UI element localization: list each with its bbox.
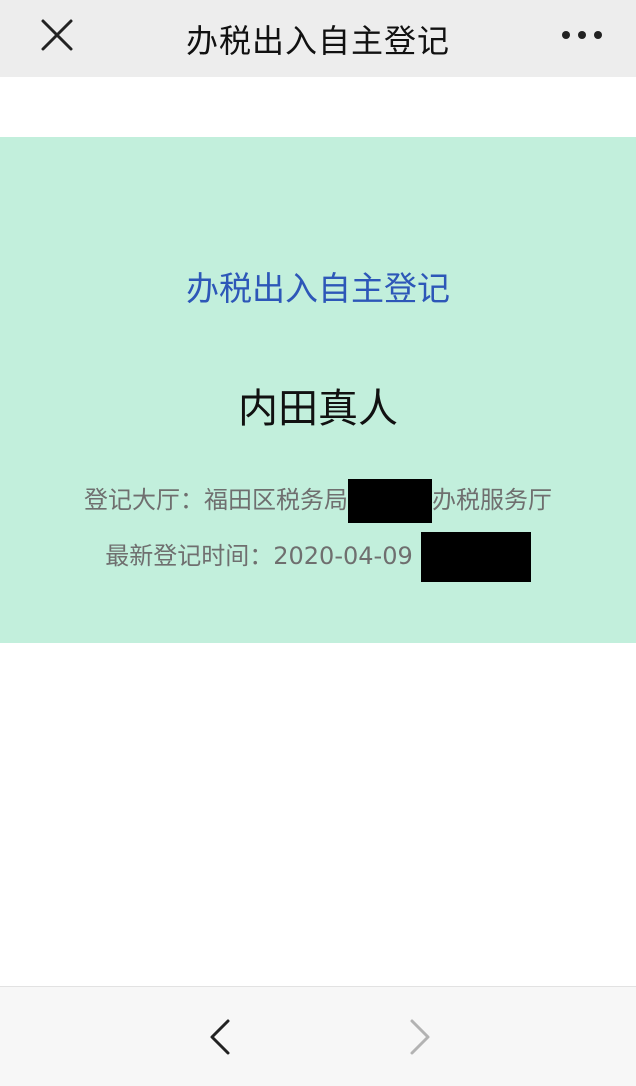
- registrant-name: 内田真人: [238, 386, 398, 432]
- bottom-toolbar: [0, 986, 636, 1086]
- registration-date: 2020-04-09: [273, 542, 413, 570]
- more-horizontal-icon: [562, 31, 602, 39]
- close-icon: [41, 19, 73, 51]
- hall-label: 登记大厅：: [84, 486, 204, 514]
- chevron-right-icon: [410, 1019, 430, 1055]
- more-button[interactable]: [558, 14, 606, 56]
- back-button[interactable]: [200, 1015, 240, 1059]
- forward-button[interactable]: [400, 1015, 440, 1059]
- chevron-left-icon: [210, 1019, 230, 1055]
- card-title: 办税出入自主登记: [186, 269, 450, 308]
- hall-prefix: 福田区税务局: [204, 486, 348, 514]
- redaction-box: [420, 532, 531, 582]
- hall-suffix: 办税服务厅: [432, 486, 552, 514]
- time-label: 最新登记时间：: [105, 542, 274, 570]
- redaction-box: [348, 479, 432, 523]
- registration-time-info: 最新登记时间：2020-04-09: [0, 532, 636, 582]
- page-title: 办税出入自主登记: [185, 21, 450, 60]
- top-navigation-bar: 办税出入自主登记: [0, 0, 636, 77]
- close-button[interactable]: [36, 14, 78, 56]
- hall-info: 登记大厅：福田区税务局 办税服务厅: [0, 479, 636, 523]
